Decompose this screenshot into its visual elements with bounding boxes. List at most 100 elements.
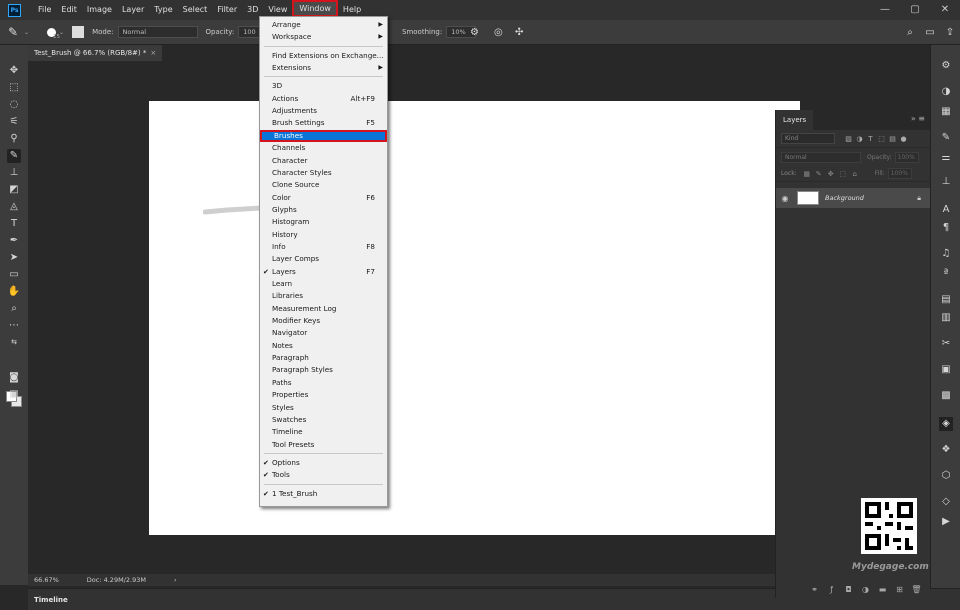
smart-object-filter-icon[interactable]: ▤	[887, 135, 898, 143]
navigator-icon[interactable]: ▣	[939, 363, 953, 377]
menu-item-1-test-brush[interactable]: 1 Test_Brush ✔	[260, 488, 387, 500]
menu-item-tool-presets[interactable]: Tool Presets	[260, 439, 387, 451]
type-tool-icon[interactable]: T	[7, 217, 21, 231]
panel-menu-icon[interactable]: » ≡	[911, 114, 925, 123]
blend-mode-select[interactable]: Normal	[781, 151, 861, 163]
menu-item-options[interactable]: Options ✔	[260, 457, 387, 469]
link-layers-icon[interactable]: ⚭	[806, 585, 823, 594]
timeline-tab[interactable]: Timeline	[34, 592, 68, 608]
menu-item-find-extensions-on-exchange[interactable]: Find Extensions on Exchange...	[260, 50, 387, 62]
layer-mask-icon[interactable]: ◘	[840, 585, 857, 594]
quick-selection-tool-icon[interactable]: ⚟	[7, 115, 21, 129]
menu-item-workspace[interactable]: Workspace ▶	[260, 31, 387, 43]
close-tab-icon[interactable]: ×	[150, 49, 156, 57]
menu-item-paragraph[interactable]: Paragraph	[260, 352, 387, 364]
menu-item-timeline[interactable]: Timeline	[260, 426, 387, 438]
menu-item-history[interactable]: History	[260, 229, 387, 241]
menu-item-swatches[interactable]: Swatches	[260, 414, 387, 426]
menu-window[interactable]: Window	[292, 0, 338, 17]
menu-item-adjustments[interactable]: Adjustments	[260, 105, 387, 117]
gradient-tool-icon[interactable]: ◬	[7, 200, 21, 214]
libraries-icon[interactable]: ✎	[939, 131, 953, 145]
menu-item-clone-source[interactable]: Clone Source	[260, 179, 387, 191]
menu-item-extensions[interactable]: Extensions ▶	[260, 62, 387, 74]
menu-item-character[interactable]: Character	[260, 155, 387, 167]
pixel-filter-icon[interactable]: ▨	[843, 135, 854, 143]
mode-select[interactable]: Normal	[117, 26, 198, 38]
menu-item-modifier-keys[interactable]: Modifier Keys	[260, 315, 387, 327]
adjustment-layer-icon[interactable]: ◑	[857, 585, 874, 594]
pressure-size-icon[interactable]: ◎	[494, 27, 503, 38]
rectangle-tool-icon[interactable]: ▭	[7, 268, 21, 282]
menu-item-brush-settings[interactable]: Brush Settings F5	[260, 117, 387, 129]
eyedropper-tool-icon[interactable]: ⚲	[7, 132, 21, 146]
lasso-tool-icon[interactable]: ◌	[7, 98, 21, 112]
layers-icon[interactable]: ◈	[939, 417, 953, 431]
menu-item-3d[interactable]: 3D	[260, 80, 387, 92]
adjustments-icon[interactable]: ⚌	[939, 151, 953, 165]
close-window-button[interactable]: ✕	[930, 0, 960, 20]
menu-edit[interactable]: Edit	[56, 0, 82, 20]
menu-select[interactable]: Select	[178, 0, 213, 20]
layer-style-icon[interactable]: ƒ	[823, 585, 840, 594]
menu-item-channels[interactable]: Channels	[260, 142, 387, 154]
more-tools-icon[interactable]: ⋯	[7, 319, 21, 333]
quick-mask-icon[interactable]: ◙	[7, 371, 21, 385]
move-tool-icon[interactable]: ✥	[7, 64, 21, 78]
kind-filter-select[interactable]: Kind	[781, 133, 835, 144]
visibility-eye-icon[interactable]: ◉	[776, 194, 794, 203]
maximize-button[interactable]: ▢	[900, 0, 930, 20]
lock-artboard-icon[interactable]: ⬚	[837, 170, 849, 178]
brush-tool-icon[interactable]: ✎	[8, 25, 22, 39]
menu-item-paragraph-styles[interactable]: Paragraph Styles	[260, 364, 387, 376]
document-tab[interactable]: Test_Brush @ 66.7% (RGB/8#) * ×	[28, 45, 163, 61]
menu-item-libraries[interactable]: Libraries	[260, 290, 387, 302]
character-icon[interactable]: A	[939, 203, 953, 217]
fill-input[interactable]: 100%	[887, 168, 912, 179]
menu-item-layers[interactable]: Layers ✔ F7	[260, 266, 387, 278]
layer-row-background[interactable]: ◉ Background 🔒︎	[776, 188, 931, 208]
menu-item-actions[interactable]: Actions Alt+F9	[260, 93, 387, 105]
menu-item-histogram[interactable]: Histogram	[260, 216, 387, 228]
zoom-level[interactable]: 66.67%	[34, 576, 59, 584]
menu-item-info[interactable]: Info F8	[260, 241, 387, 253]
layer-opacity-input[interactable]: 100%	[894, 151, 919, 163]
menu-image[interactable]: Image	[82, 0, 117, 20]
delete-layer-icon[interactable]: 🗑︎	[908, 585, 925, 594]
menu-item-paths[interactable]: Paths	[260, 377, 387, 389]
lock-all-icon[interactable]: ⌂	[849, 170, 861, 178]
status-arrow-icon[interactable]: ›	[174, 576, 177, 584]
channels-icon[interactable]: ❖	[939, 443, 953, 457]
menu-item-navigator[interactable]: Navigator	[260, 327, 387, 339]
menu-item-layer-comps[interactable]: Layer Comps	[260, 253, 387, 265]
glyphs-icon[interactable]: ♫	[939, 247, 953, 261]
clone-source-icon[interactable]: ⊥	[939, 175, 953, 189]
menu-item-glyphs[interactable]: Glyphs	[260, 204, 387, 216]
layers-tab[interactable]: Layers	[776, 110, 814, 130]
layer-comps-icon[interactable]: ▩	[939, 389, 953, 403]
new-layer-icon[interactable]: ⊞	[891, 585, 908, 594]
menu-item-brushes[interactable]: Brushes	[260, 129, 387, 142]
share-icon[interactable]: ⇪	[940, 27, 960, 38]
menu-item-styles[interactable]: Styles	[260, 402, 387, 414]
menu-type[interactable]: Type	[149, 0, 177, 20]
eraser-tool-icon[interactable]: ◩	[7, 183, 21, 197]
menu-item-measurement-log[interactable]: Measurement Log	[260, 303, 387, 315]
lock-image-icon[interactable]: ✎	[813, 170, 825, 178]
tool-presets-icon[interactable]: ✂	[939, 337, 953, 351]
paragraph-icon[interactable]: ¶	[939, 221, 953, 235]
menu-file[interactable]: File	[33, 0, 56, 20]
layer-lock-icon[interactable]: 🔒︎	[917, 194, 921, 203]
paths-icon[interactable]: ◇	[939, 495, 953, 509]
lock-transparent-icon[interactable]: ▦	[801, 170, 813, 178]
document-canvas[interactable]	[149, 101, 800, 535]
swap-colors-icon[interactable]: ⇆	[7, 335, 21, 349]
smoothing-gear-icon[interactable]: ⚙	[470, 27, 479, 38]
adjustment-filter-icon[interactable]: ◑	[854, 135, 865, 143]
menu-item-properties[interactable]: Properties	[260, 389, 387, 401]
menu-item-learn[interactable]: Learn	[260, 278, 387, 290]
brush-settings-panel-icon[interactable]	[72, 26, 85, 38]
marquee-tool-icon[interactable]: ⬚	[7, 81, 21, 95]
3d-icon[interactable]: ⬡	[939, 469, 953, 483]
menu-item-arrange[interactable]: Arrange ▶	[260, 19, 387, 31]
